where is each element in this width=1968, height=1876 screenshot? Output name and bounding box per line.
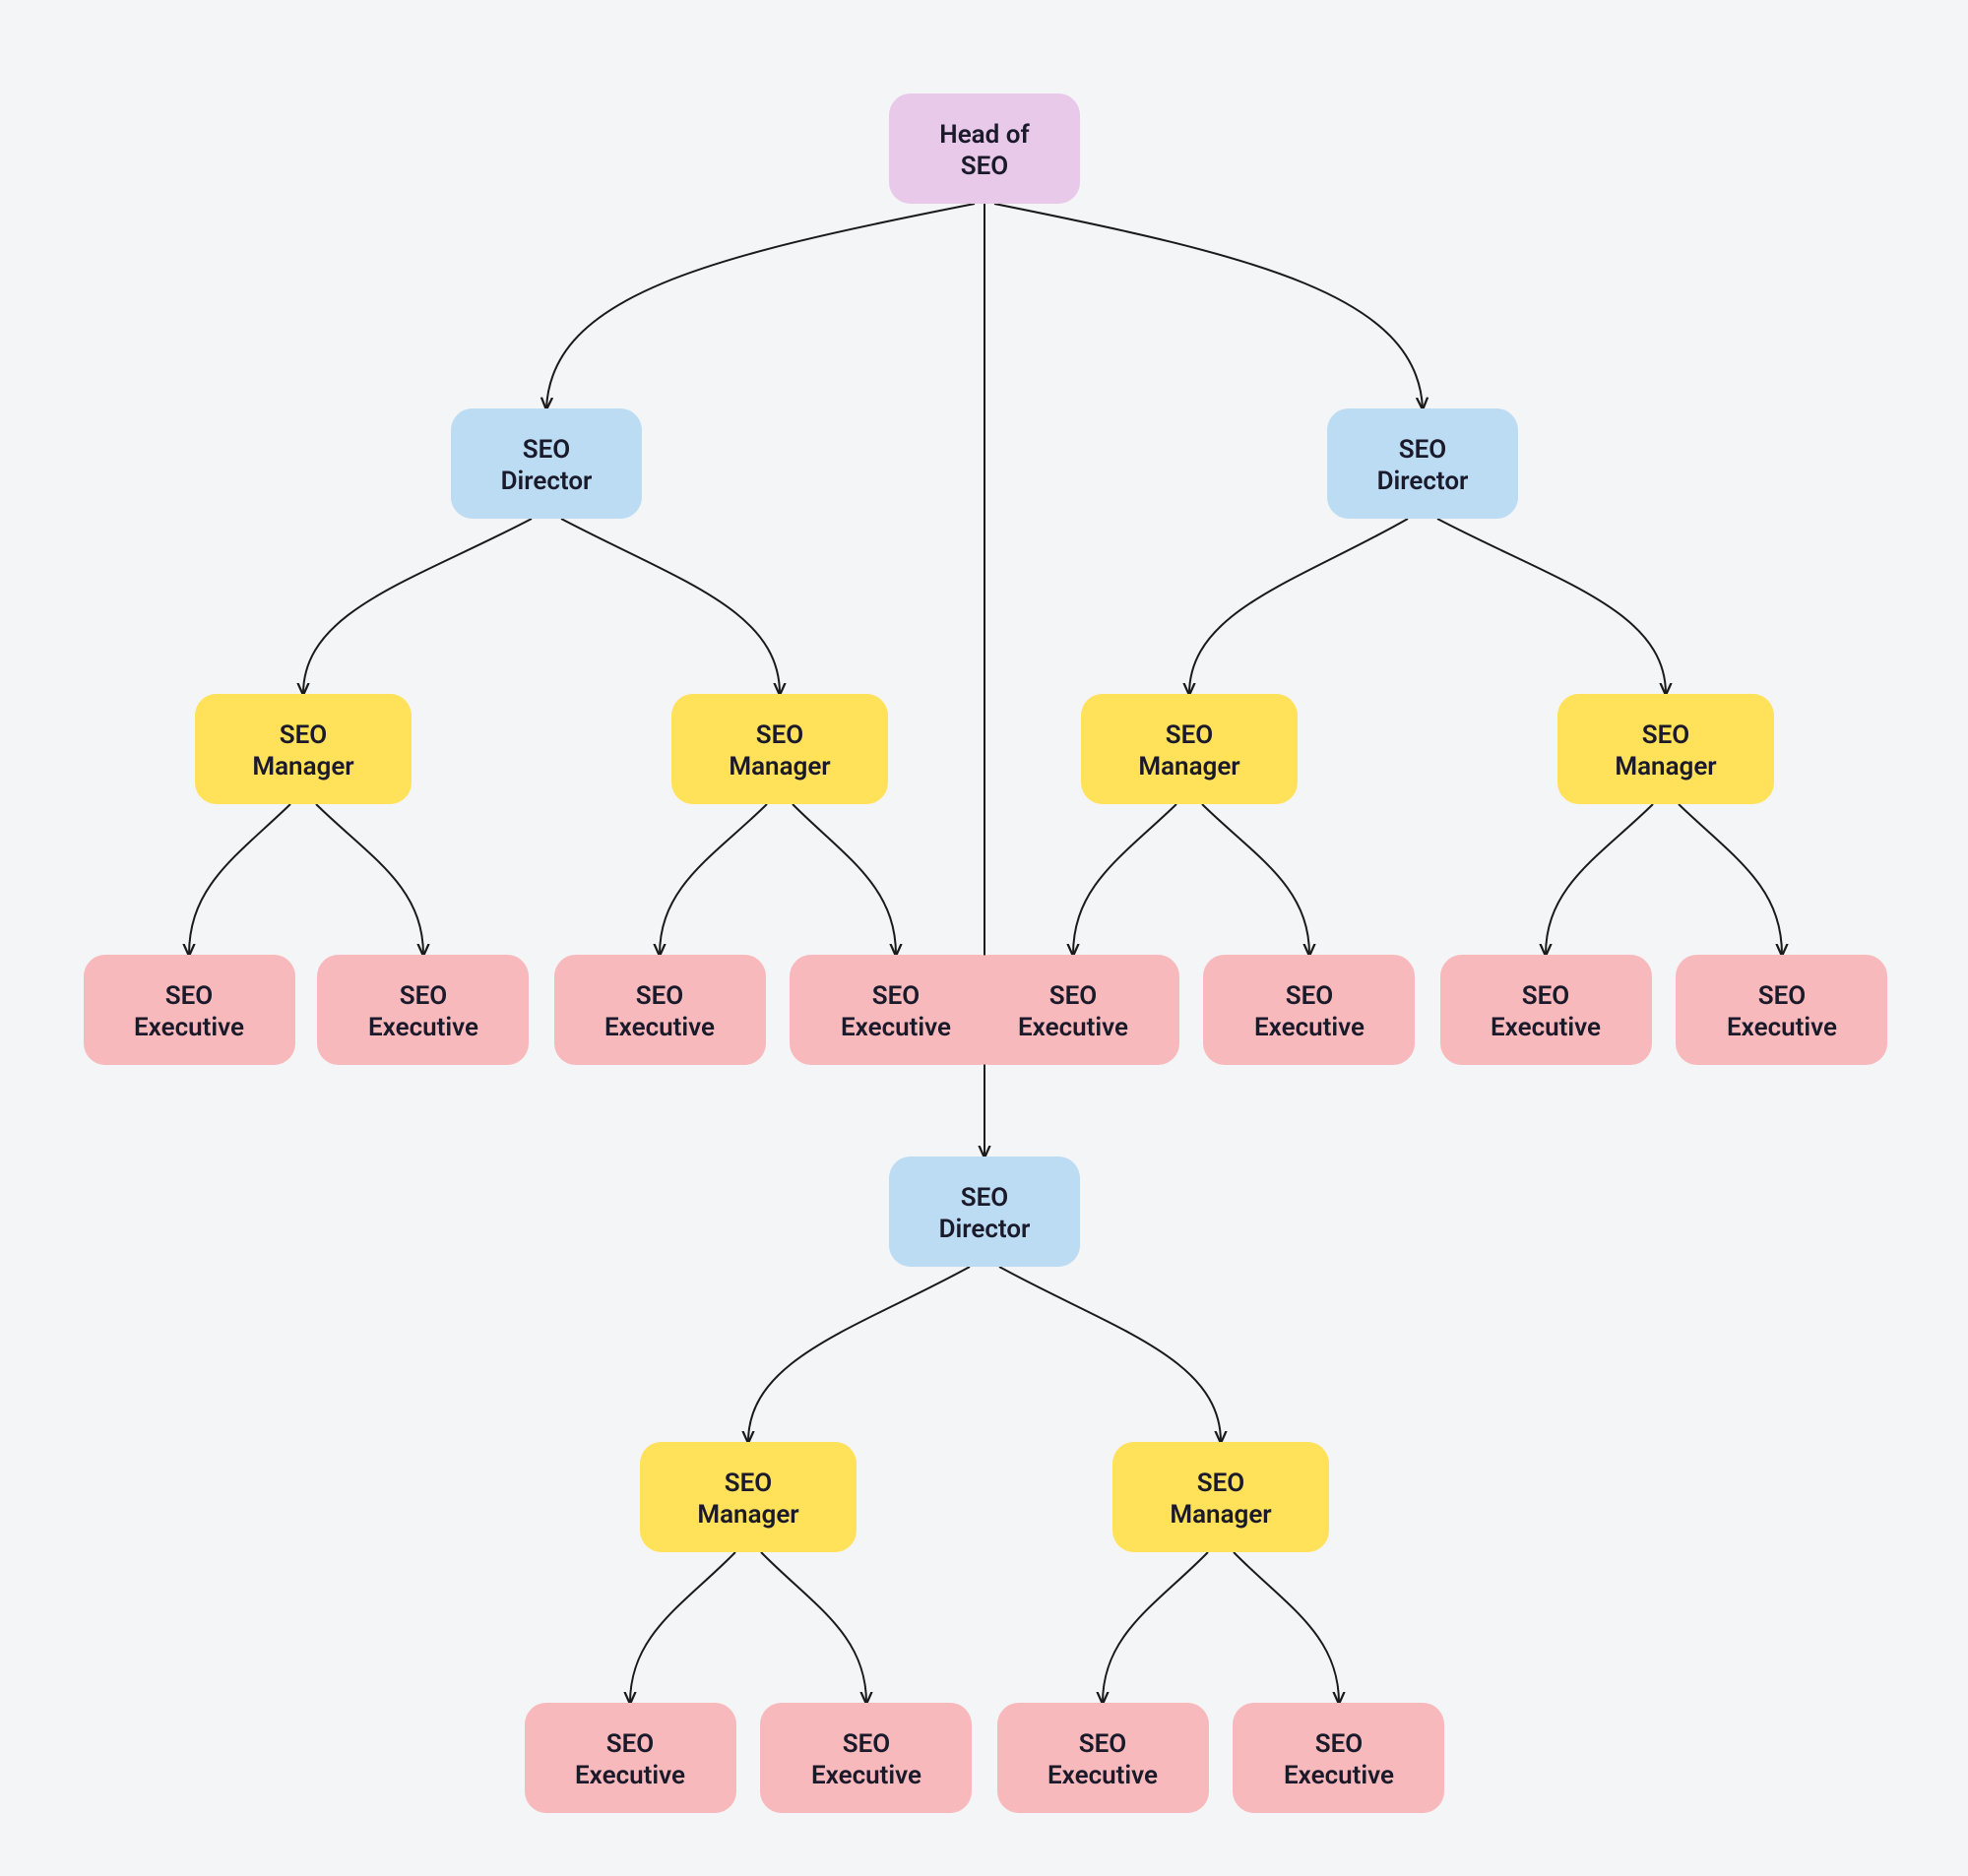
executive-label-line2: Executive bbox=[604, 1013, 715, 1042]
manager-label-line2: Manager bbox=[252, 752, 354, 782]
node-executive-2: SEO Executive bbox=[317, 955, 529, 1065]
org-chart: Head of SEO SEO Director SEO Director SE… bbox=[0, 0, 1968, 1876]
edge-dir-right-to-mgr-4 bbox=[1437, 519, 1666, 694]
edge-mgr1-exec1 bbox=[189, 804, 290, 955]
node-manager-3: SEO Manager bbox=[1081, 694, 1298, 804]
executive-label-line2: Executive bbox=[841, 1013, 951, 1042]
executive-label-line1: SEO bbox=[636, 981, 683, 1011]
director-label-line2: Director bbox=[501, 467, 593, 496]
manager-label-line1: SEO bbox=[756, 720, 803, 750]
edge-mgr6-exec11 bbox=[1103, 1552, 1208, 1703]
executive-label-line1: SEO bbox=[400, 981, 447, 1011]
node-manager-1: SEO Manager bbox=[195, 694, 412, 804]
node-manager-6: SEO Manager bbox=[1112, 1442, 1329, 1552]
edge-dir-left-to-mgr-2 bbox=[561, 519, 780, 694]
executive-label-line1: SEO bbox=[1315, 1729, 1363, 1759]
director-label-line2: Director bbox=[1377, 467, 1469, 496]
executive-label-line2: Executive bbox=[811, 1761, 921, 1790]
director-label-line2: Director bbox=[939, 1215, 1031, 1244]
edge-dir-left-to-mgr-1 bbox=[303, 519, 532, 694]
executive-label-line2: Executive bbox=[134, 1013, 244, 1042]
node-executive-1: SEO Executive bbox=[84, 955, 295, 1065]
executive-label-line2: Executive bbox=[575, 1761, 685, 1790]
edge-mgr4-exec8 bbox=[1679, 804, 1782, 955]
director-label-line1: SEO bbox=[1399, 435, 1446, 465]
edge-root-to-director-right bbox=[994, 204, 1423, 408]
executive-label-line2: Executive bbox=[1727, 1013, 1837, 1042]
node-manager-5: SEO Manager bbox=[640, 1442, 857, 1552]
executive-label-line1: SEO bbox=[1079, 1729, 1126, 1759]
edge-mgr1-exec2 bbox=[316, 804, 423, 955]
edge-mgr5-exec10 bbox=[761, 1552, 866, 1703]
executive-label-line1: SEO bbox=[1758, 981, 1806, 1011]
manager-label-line1: SEO bbox=[280, 720, 327, 750]
manager-label-line2: Manager bbox=[1170, 1500, 1272, 1530]
node-executive-12: SEO Executive bbox=[1233, 1703, 1444, 1813]
node-director-left: SEO Director bbox=[451, 408, 642, 519]
executive-label-line1: SEO bbox=[843, 1729, 890, 1759]
node-director-right: SEO Director bbox=[1327, 408, 1518, 519]
node-manager-2: SEO Manager bbox=[671, 694, 888, 804]
node-executive-7: SEO Executive bbox=[1440, 955, 1652, 1065]
edge-mgr2-exec3 bbox=[660, 804, 767, 955]
edge-dir-center-to-mgr-5 bbox=[748, 1267, 970, 1442]
director-label-line1: SEO bbox=[523, 435, 570, 465]
director-label-line1: SEO bbox=[961, 1183, 1008, 1213]
executive-label-line1: SEO bbox=[872, 981, 920, 1011]
node-executive-11: SEO Executive bbox=[997, 1703, 1209, 1813]
manager-label-line1: SEO bbox=[725, 1469, 772, 1498]
node-executive-8: SEO Executive bbox=[1676, 955, 1887, 1065]
node-executive-9: SEO Executive bbox=[525, 1703, 736, 1813]
manager-label-line2: Manager bbox=[1138, 752, 1240, 782]
node-executive-6: SEO Executive bbox=[1203, 955, 1415, 1065]
edge-mgr2-exec4 bbox=[793, 804, 896, 955]
executive-label-line2: Executive bbox=[1284, 1761, 1394, 1790]
node-manager-4: SEO Manager bbox=[1557, 694, 1774, 804]
executive-label-line1: SEO bbox=[1286, 981, 1333, 1011]
executive-label-line1: SEO bbox=[165, 981, 213, 1011]
node-executive-10: SEO Executive bbox=[760, 1703, 972, 1813]
executive-label-line2: Executive bbox=[1254, 1013, 1365, 1042]
node-director-center: SEO Director bbox=[889, 1157, 1080, 1267]
node-executive-3: SEO Executive bbox=[554, 955, 766, 1065]
node-executive-5: SEO Executive bbox=[968, 955, 1179, 1065]
manager-label-line1: SEO bbox=[1197, 1469, 1244, 1498]
edge-mgr6-exec12 bbox=[1234, 1552, 1339, 1703]
edge-dir-center-to-mgr-6 bbox=[999, 1267, 1221, 1442]
edge-mgr3-exec5 bbox=[1073, 804, 1176, 955]
edge-mgr4-exec7 bbox=[1546, 804, 1653, 955]
manager-label-line2: Manager bbox=[1615, 752, 1717, 782]
edge-root-to-director-left bbox=[546, 204, 975, 408]
manager-label-line2: Manager bbox=[729, 752, 831, 782]
executive-label-line2: Executive bbox=[1491, 1013, 1601, 1042]
edge-mgr5-exec9 bbox=[630, 1552, 735, 1703]
executive-label-line1: SEO bbox=[1522, 981, 1569, 1011]
executive-label-line2: Executive bbox=[368, 1013, 478, 1042]
edge-dir-right-to-mgr-3 bbox=[1189, 519, 1408, 694]
manager-label-line1: SEO bbox=[1642, 720, 1689, 750]
executive-label-line1: SEO bbox=[606, 1729, 654, 1759]
node-head-of-seo: Head of SEO bbox=[889, 94, 1080, 204]
executive-label-line2: Executive bbox=[1018, 1013, 1128, 1042]
manager-label-line1: SEO bbox=[1166, 720, 1213, 750]
edge-mgr3-exec6 bbox=[1202, 804, 1309, 955]
root-label-line1: Head of bbox=[939, 120, 1030, 150]
manager-label-line2: Manager bbox=[697, 1500, 799, 1530]
root-label-line2: SEO bbox=[961, 152, 1008, 181]
executive-label-line2: Executive bbox=[1047, 1761, 1158, 1790]
executive-label-line1: SEO bbox=[1049, 981, 1097, 1011]
